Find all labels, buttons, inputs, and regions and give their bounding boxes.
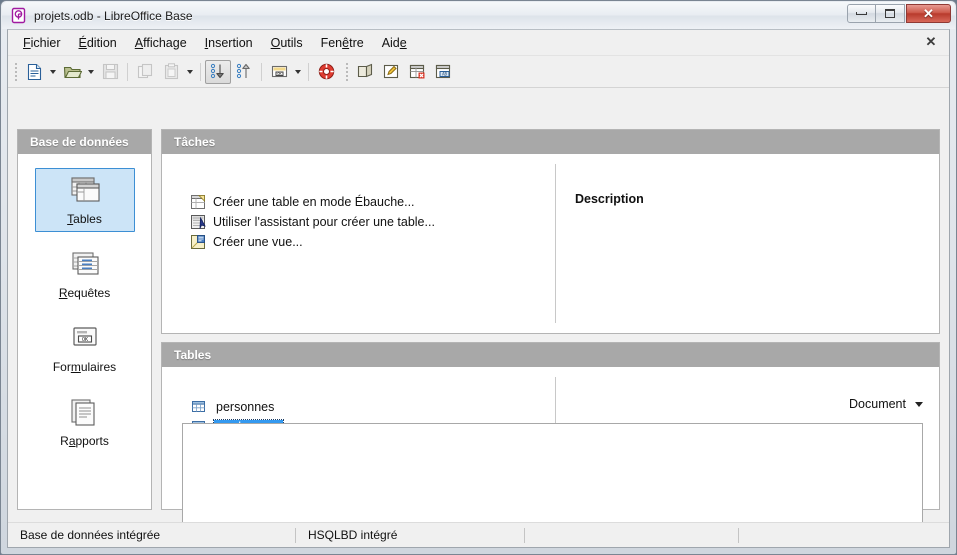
form-ok-icon[interactable]: OK [266, 60, 292, 84]
menu-bar: Fichier Édition Affichage Insertion Outi… [8, 30, 949, 56]
tasks-panel-body: Créer une table en mode Ébauche... Utili… [162, 154, 939, 333]
menu-fenetre[interactable]: Fenêtre [312, 32, 373, 54]
window-controls: ✕ [847, 4, 951, 23]
minimize-button[interactable] [847, 4, 876, 23]
maximize-icon [885, 9, 895, 18]
sidebar-item-reports[interactable]: Rapports [35, 390, 135, 454]
table-list-item-personnes-label: personnes [216, 399, 275, 414]
reports-icon [65, 397, 105, 429]
tasks-panel-divider [555, 164, 556, 323]
copy-icon[interactable] [132, 60, 158, 84]
menu-insertion[interactable]: Insertion [196, 32, 262, 54]
task-create-table-design-label: Créer une table en mode Ébauche... [213, 194, 415, 209]
menu-edition[interactable]: Édition [70, 32, 126, 54]
description-title: Description [575, 192, 644, 206]
new-document-dropdown-icon[interactable] [47, 60, 59, 84]
create-table-design-icon [190, 194, 206, 210]
table-icon [192, 400, 205, 413]
tables-panel: Tables personnes Document [161, 342, 940, 540]
task-table-wizard[interactable]: Utiliser l'assistant pour créer une tabl… [190, 212, 435, 231]
status-cell-4 [739, 523, 949, 548]
sidebar-item-reports-label: Rapports [60, 434, 109, 448]
toolbar-separator [261, 62, 262, 81]
task-create-view[interactable]: Créer une vue... [190, 232, 435, 251]
open-table-icon[interactable] [352, 60, 378, 84]
form-ok-dropdown-icon[interactable] [292, 60, 304, 84]
chevron-down-icon [915, 401, 923, 407]
libreoffice-base-window: projets.odb - LibreOffice Base ✕ Fichier… [0, 0, 957, 555]
main-work-area: Base de données Tables Requêtes OK Formu… [8, 88, 949, 540]
delete-table-icon[interactable] [404, 60, 430, 84]
queries-icon [65, 249, 105, 281]
forms-icon: OK [65, 323, 105, 355]
tasks-panel-header: Tâches [162, 130, 939, 154]
standard-toolbar: OK AB [8, 56, 949, 88]
sidebar-item-tables-label: Tables [67, 212, 102, 226]
table-wizard-icon [190, 214, 206, 230]
toolbar-grip[interactable] [12, 61, 19, 83]
edit-table-icon[interactable] [378, 60, 404, 84]
open-document-dropdown-icon[interactable] [85, 60, 97, 84]
menu-affichage[interactable]: Affichage [126, 32, 196, 54]
title-bar[interactable]: projets.odb - LibreOffice Base ✕ [2, 2, 955, 29]
tables-panel-header: Tables [162, 343, 939, 367]
maximize-button[interactable] [876, 4, 905, 23]
tables-icon [65, 175, 105, 207]
base-document-icon [10, 7, 27, 24]
toolbar-grip-secondary[interactable] [343, 61, 350, 83]
table-list-item-personnes[interactable]: personnes [192, 397, 283, 416]
window-title: projets.odb - LibreOffice Base [34, 8, 193, 23]
sort-descending-icon[interactable] [205, 59, 231, 84]
status-engine: HSQLBD intégré [308, 528, 398, 542]
database-object-list: Tables Requêtes OK Formulaires Rapports [18, 154, 151, 454]
create-view-icon [190, 234, 206, 250]
close-button[interactable]: ✕ [906, 4, 951, 23]
task-create-table-design[interactable]: Créer une table en mode Ébauche... [190, 192, 435, 211]
save-icon[interactable] [97, 60, 123, 84]
open-document-icon[interactable] [59, 60, 85, 84]
sidebar-item-forms-label: Formulaires [52, 360, 117, 374]
menu-aide[interactable]: Aide [373, 32, 416, 54]
preview-mode-selector[interactable]: Document [849, 397, 923, 411]
database-pane: Base de données Tables Requêtes OK Formu… [17, 129, 152, 510]
task-create-view-label: Créer une vue... [213, 234, 303, 249]
preview-mode-label: Document [849, 397, 906, 411]
svg-text:OK: OK [81, 337, 87, 343]
minimize-icon [856, 12, 867, 15]
toolbar-separator [308, 62, 309, 81]
svg-text:AB: AB [442, 71, 447, 76]
sidebar-item-forms[interactable]: OK Formulaires [35, 316, 135, 380]
sidebar-item-queries[interactable]: Requêtes [35, 242, 135, 306]
sidebar-item-queries-label: Requêtes [58, 286, 111, 300]
close-document-button[interactable]: ✕ [923, 34, 939, 50]
rename-table-icon[interactable]: AB [430, 60, 456, 84]
task-list: Créer une table en mode Ébauche... Utili… [190, 192, 435, 252]
toolbar-separator [200, 62, 201, 81]
paste-icon[interactable] [158, 60, 184, 84]
help-lifebuoy-icon[interactable] [313, 60, 339, 84]
new-document-icon[interactable] [21, 60, 47, 84]
status-database-type: Base de données intégrée [20, 528, 161, 542]
menu-fichier[interactable]: Fichier [14, 32, 70, 54]
menu-outils[interactable]: Outils [262, 32, 312, 54]
status-bar: Base de données intégrée HSQLBD intégré [8, 522, 949, 547]
status-cell-3 [525, 523, 738, 548]
tasks-panel: Tâches Créer une table en mode Ébauche..… [161, 129, 940, 334]
paste-dropdown-icon[interactable] [184, 60, 196, 84]
sidebar-item-tables[interactable]: Tables [34, 168, 135, 232]
toolbar-separator [127, 62, 128, 81]
sort-ascending-icon[interactable] [231, 60, 257, 84]
tables-panel-body: personnes rendezvous [162, 367, 939, 540]
window-client-area: Fichier Édition Affichage Insertion Outi… [7, 29, 950, 548]
close-icon: ✕ [923, 6, 934, 21]
task-table-wizard-label: Utiliser l'assistant pour créer une tabl… [213, 214, 435, 229]
database-pane-header: Base de données [18, 130, 151, 154]
